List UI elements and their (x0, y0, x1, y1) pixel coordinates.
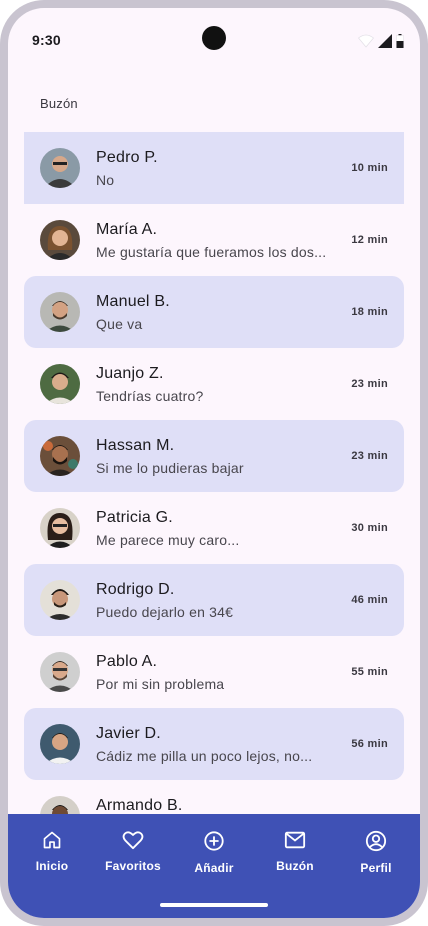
nav-label: Inicio (35, 859, 69, 873)
message-row[interactable]: María A. Me gustaría que fueramos los do… (24, 204, 404, 276)
sender-name: Manuel B. (96, 293, 170, 310)
message-time: 55 min (351, 666, 388, 678)
message-time: 46 min (351, 594, 388, 606)
message-preview: No (96, 172, 115, 188)
bottom-navigation: Inicio Favoritos Añadir Buzón Perfil (8, 814, 420, 918)
sender-name: María A. (96, 221, 158, 238)
heart-icon (122, 831, 144, 850)
message-row[interactable]: Hassan M. Si me lo pudieras bajar 23 min (24, 420, 404, 492)
avatar (40, 364, 80, 404)
wifi-icon (358, 34, 374, 48)
message-preview: Tendrías cuatro? (96, 388, 204, 404)
message-row[interactable]: Pedro P. No 10 min (24, 132, 404, 204)
message-row[interactable]: Patricia G. Me parece muy caro... 30 min (24, 492, 404, 564)
avatar (40, 724, 80, 764)
nav-item-inicio[interactable]: Inicio (11, 824, 93, 884)
nav-label: Añadir (194, 861, 234, 875)
status-bar: 9:30 (8, 8, 420, 72)
message-row[interactable]: Pablo A. Por mi sin problema 55 min (24, 636, 404, 708)
avatar (40, 508, 80, 548)
gesture-bar[interactable] (160, 903, 268, 907)
message-row[interactable]: Manuel B. Que va 18 min (24, 276, 404, 348)
message-preview: Si me lo pudieras bajar (96, 460, 244, 476)
sender-name: Hassan M. (96, 437, 175, 454)
page-title: Buzón (40, 96, 78, 111)
nav-label: Perfil (360, 861, 392, 875)
add-circle-icon (204, 831, 224, 851)
nav-label: Favoritos (105, 859, 161, 873)
nav-item-anadir[interactable]: Añadir (173, 824, 255, 884)
message-preview: Que va (96, 316, 143, 332)
screen: 9:30 Buzón Pedro P. No 10 min María A. M… (8, 8, 420, 918)
status-time: 9:30 (32, 32, 61, 48)
avatar (40, 292, 80, 332)
message-row[interactable]: Armando B. (24, 780, 404, 814)
avatar (40, 220, 80, 260)
message-time: 23 min (351, 450, 388, 462)
sender-name: Armando B. (96, 797, 183, 814)
sender-name: Juanjo Z. (96, 365, 164, 382)
front-camera (202, 26, 226, 50)
avatar (40, 796, 80, 814)
message-row[interactable]: Juanjo Z. Tendrías cuatro? 23 min (24, 348, 404, 420)
message-list[interactable]: Pedro P. No 10 min María A. Me gustaría … (24, 132, 404, 814)
message-time: 18 min (351, 306, 388, 318)
sender-name: Rodrigo D. (96, 581, 175, 598)
sender-name: Pedro P. (96, 149, 158, 166)
message-preview: Me parece muy caro... (96, 532, 240, 548)
message-time: 23 min (351, 378, 388, 390)
message-time: 10 min (351, 162, 388, 174)
message-preview: Cádiz me pilla un poco lejos, no... (96, 748, 313, 764)
battery-icon (396, 34, 404, 48)
message-preview: Me gustaría que fueramos los dos... (96, 244, 327, 260)
sender-name: Pablo A. (96, 653, 158, 670)
sender-name: Patricia G. (96, 509, 173, 526)
device-frame: 9:30 Buzón Pedro P. No 10 min María A. M… (0, 0, 428, 926)
nav-item-favoritos[interactable]: Favoritos (92, 824, 174, 884)
signal-icon (378, 34, 392, 48)
avatar (40, 436, 80, 476)
nav-item-buzon[interactable]: Buzón (254, 824, 336, 884)
nav-item-perfil[interactable]: Perfil (335, 824, 417, 884)
sender-name: Javier D. (96, 725, 161, 742)
avatar (40, 148, 80, 188)
message-time: 30 min (351, 522, 388, 534)
account-circle-icon (365, 830, 387, 852)
nav-label: Buzón (276, 859, 314, 873)
avatar (40, 580, 80, 620)
message-preview: Puedo dejarlo en 34€ (96, 604, 234, 620)
home-icon (43, 831, 61, 849)
message-time: 12 min (351, 234, 388, 246)
message-row[interactable]: Javier D. Cádiz me pilla un poco lejos, … (24, 708, 404, 780)
message-time: 56 min (351, 738, 388, 750)
message-preview: Por mi sin problema (96, 676, 225, 692)
avatar (40, 652, 80, 692)
mail-icon (284, 831, 306, 849)
system-icons (358, 34, 404, 48)
message-row[interactable]: Rodrigo D. Puedo dejarlo en 34€ 46 min (24, 564, 404, 636)
